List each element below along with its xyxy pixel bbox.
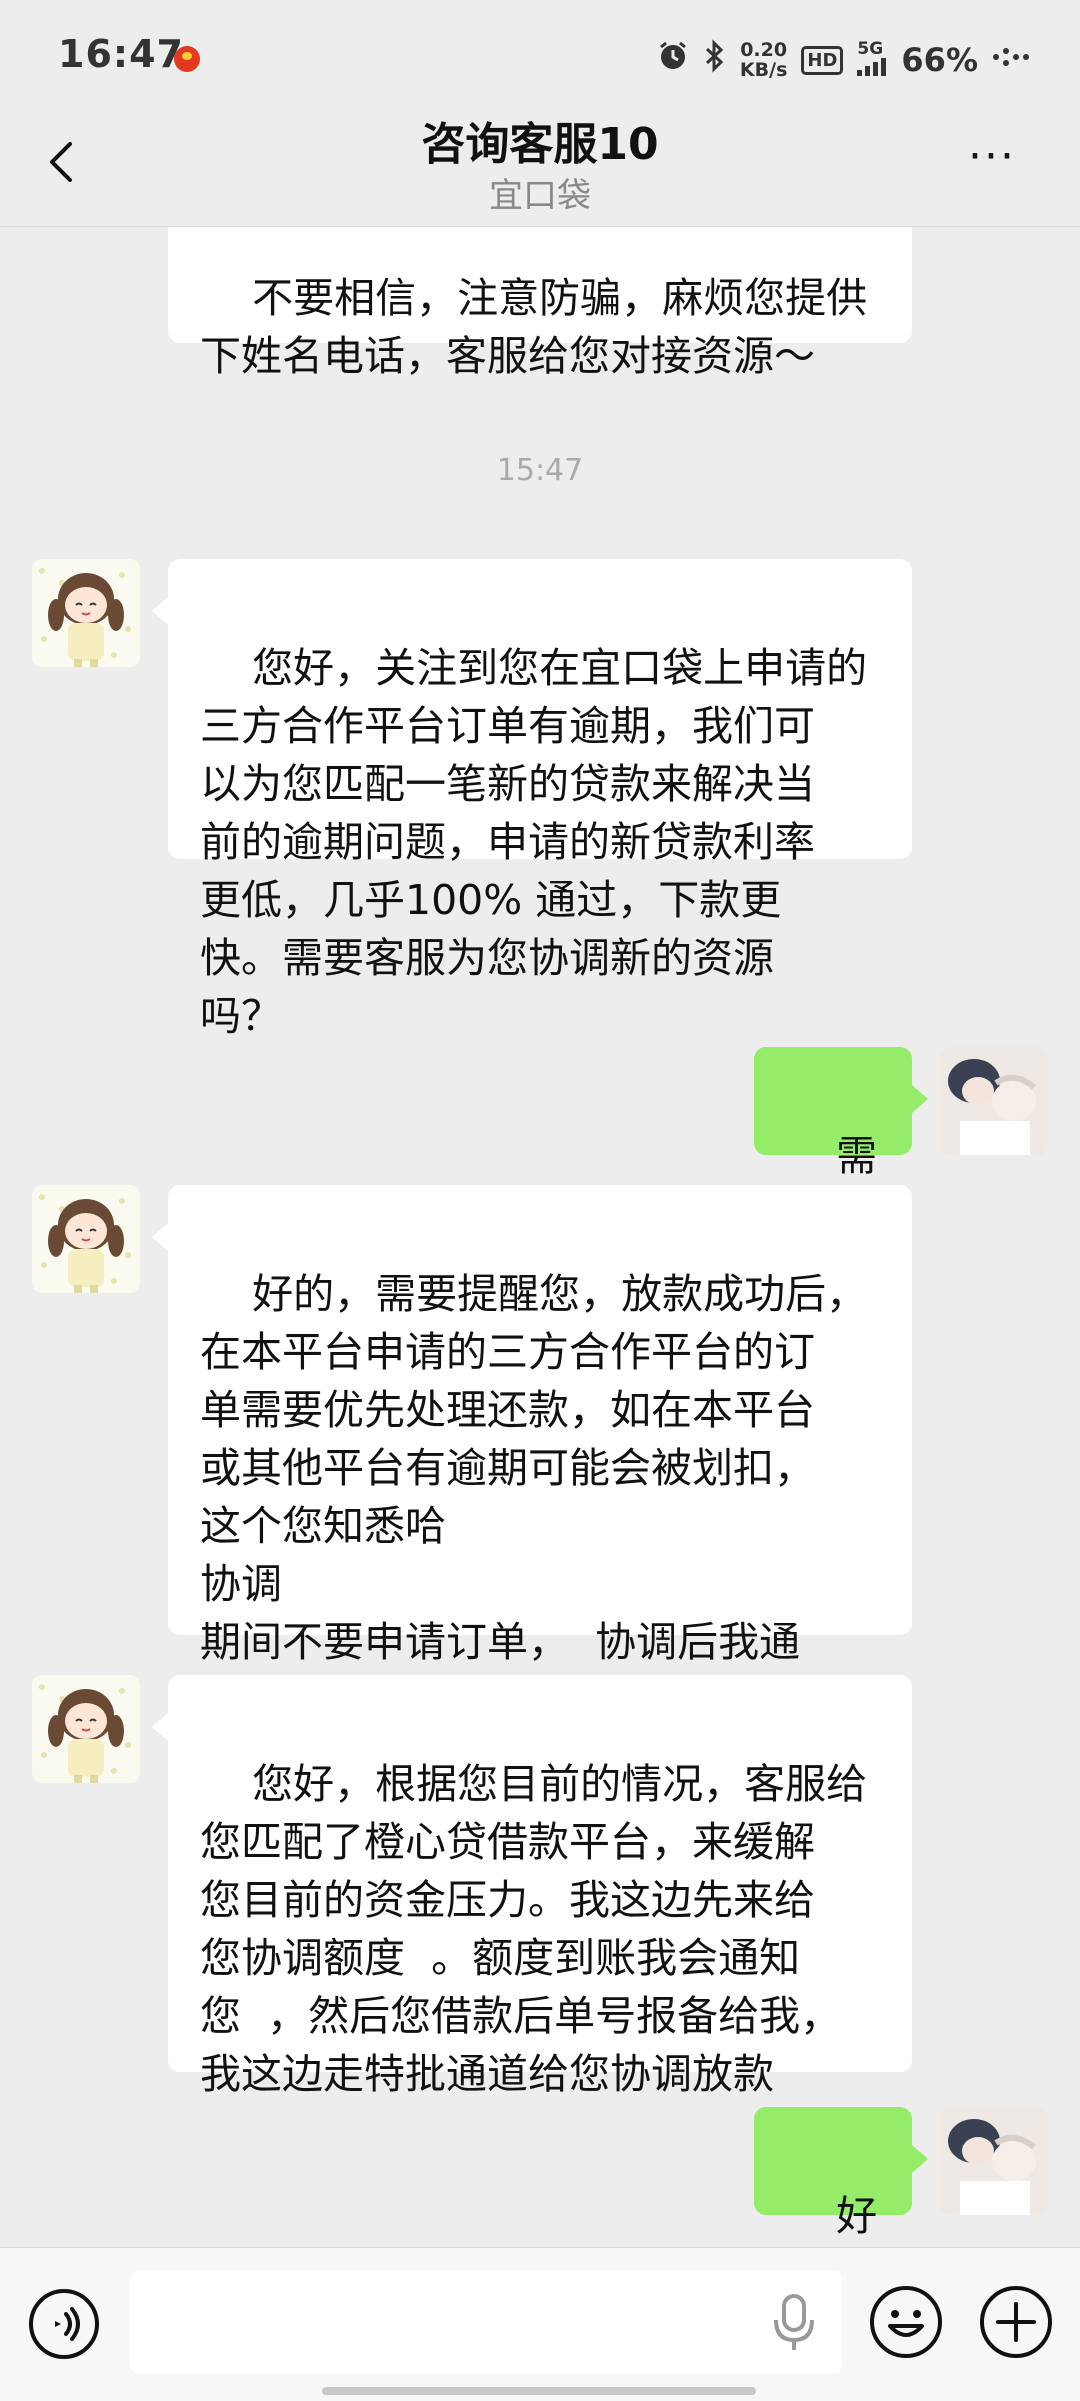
microphone-icon[interactable]	[770, 2290, 818, 2356]
status-time: 16:47	[58, 32, 184, 76]
voice-icon	[29, 2289, 99, 2359]
speed-value: 0.20	[740, 39, 788, 61]
message-input[interactable]	[130, 2270, 842, 2374]
message-timestamp: 15:47	[496, 453, 584, 488]
more-actions-button[interactable]	[978, 2284, 1054, 2360]
message-text: 好的，需要提醒您，放款成功后， 在本平台申请的三方合作平台的订 单需要优先处理还…	[200, 1270, 868, 1724]
network-speed: 0.20 KB/s	[740, 40, 787, 80]
battery-level: 66%	[901, 41, 978, 79]
more-options-button[interactable]: ···	[944, 135, 1040, 182]
chat-header: 咨询客服10 宜口袋 ···	[0, 98, 1080, 226]
agent-avatar[interactable]	[32, 559, 140, 667]
message-bubble-outgoing[interactable]: 需要	[754, 1047, 928, 1238]
user-avatar[interactable]	[940, 1047, 1048, 1155]
signal-icon: 5G	[857, 40, 887, 80]
message-text: 不要相信，注意防骗，麻烦您提供 下姓名电话，客服给您对接资源～	[200, 274, 868, 380]
user-avatar[interactable]	[940, 2107, 1048, 2215]
emoji-icon	[870, 2286, 942, 2358]
message-bubble[interactable]: 您好，根据您目前的情况，客服给 您匹配了橙心贷借款平台，来缓解 您目前的资金压力…	[152, 1675, 912, 2098]
plus-icon	[980, 2286, 1052, 2358]
speed-unit: KB/s	[739, 59, 788, 81]
message-bubble-outgoing[interactable]: 好的	[754, 2107, 928, 2240]
agent-avatar[interactable]	[32, 1185, 140, 1293]
more-dots-icon	[992, 45, 1032, 75]
home-indicator[interactable]	[322, 2387, 756, 2395]
message-bubble[interactable]: 您好，关注到您在宜口袋上申请的 三方合作平台订单有逾期，我们可 以为您匹配一笔新…	[152, 559, 912, 1040]
alarm-icon	[656, 39, 690, 82]
voice-button[interactable]	[28, 2288, 100, 2360]
message-text: 好的	[836, 2192, 878, 2240]
agent-avatar[interactable]	[32, 1675, 140, 1783]
message-text: 您好，关注到您在宜口袋上申请的 三方合作平台订单有逾期，我们可 以为您匹配一笔新…	[200, 644, 868, 1040]
chat-title: 咨询客服10	[421, 119, 659, 170]
message-input-bar	[0, 2247, 1080, 2401]
message-text: 您好，根据您目前的情况，客服给 您匹配了橙心贷借款平台，来缓解 您目前的资金压力…	[200, 1760, 868, 2098]
message-bubble[interactable]: 不要相信，注意防骗，麻烦您提供 下姓名电话，客服给您对接资源～	[168, 227, 912, 380]
network-type: 5G	[857, 39, 884, 59]
chat-subtitle: 宜口袋	[489, 176, 591, 216]
app-notification-icon	[174, 46, 200, 72]
message-bubble[interactable]: 好的，需要提醒您，放款成功后， 在本平台申请的三方合作平台的订 单需要优先处理还…	[152, 1185, 912, 1724]
emoji-button[interactable]	[868, 2284, 944, 2360]
hd-badge: HD	[801, 45, 844, 75]
status-icons: 0.20 KB/s HD 5G 66%	[656, 30, 1032, 90]
chat-messages[interactable]: 不要相信，注意防骗，麻烦您提供 下姓名电话，客服给您对接资源～ 15:47 您好…	[0, 227, 1080, 2247]
bluetooth-icon	[704, 38, 726, 82]
